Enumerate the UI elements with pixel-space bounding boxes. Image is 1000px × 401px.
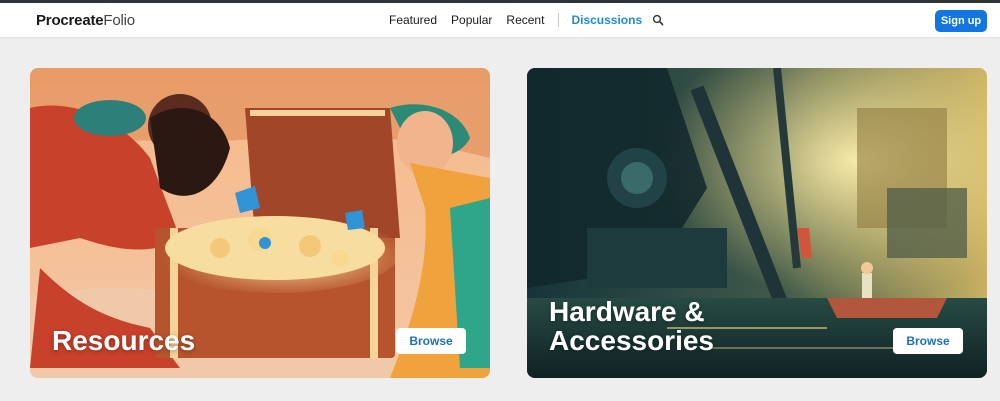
search-icon[interactable] [652, 14, 664, 26]
logo-sub: Folio [103, 12, 135, 29]
hardware-accessories-card[interactable]: Hardware & Accessories Browse [527, 68, 987, 378]
top-navigation-bar: ProcreateFolio Featured Popular Recent D… [0, 0, 1000, 37]
nav-discussions[interactable]: Discussions [571, 13, 642, 27]
card-title: Hardware & Accessories [549, 296, 715, 356]
browse-button[interactable]: Browse [893, 328, 963, 354]
main-nav: Featured Popular Recent Discussions [389, 13, 664, 27]
nav-popular[interactable]: Popular [451, 13, 492, 27]
logo-brand: Procreate [36, 12, 104, 29]
sign-up-button[interactable]: Sign up [935, 10, 987, 32]
resources-card[interactable]: Resources Browse [30, 68, 490, 378]
nav-recent[interactable]: Recent [506, 13, 544, 27]
card-title: Resources [52, 325, 196, 356]
browse-button[interactable]: Browse [396, 328, 466, 354]
nav-divider [558, 13, 560, 27]
procreate-folio-logo[interactable]: ProcreateFolio [36, 12, 135, 29]
nav-featured[interactable]: Featured [389, 13, 437, 27]
